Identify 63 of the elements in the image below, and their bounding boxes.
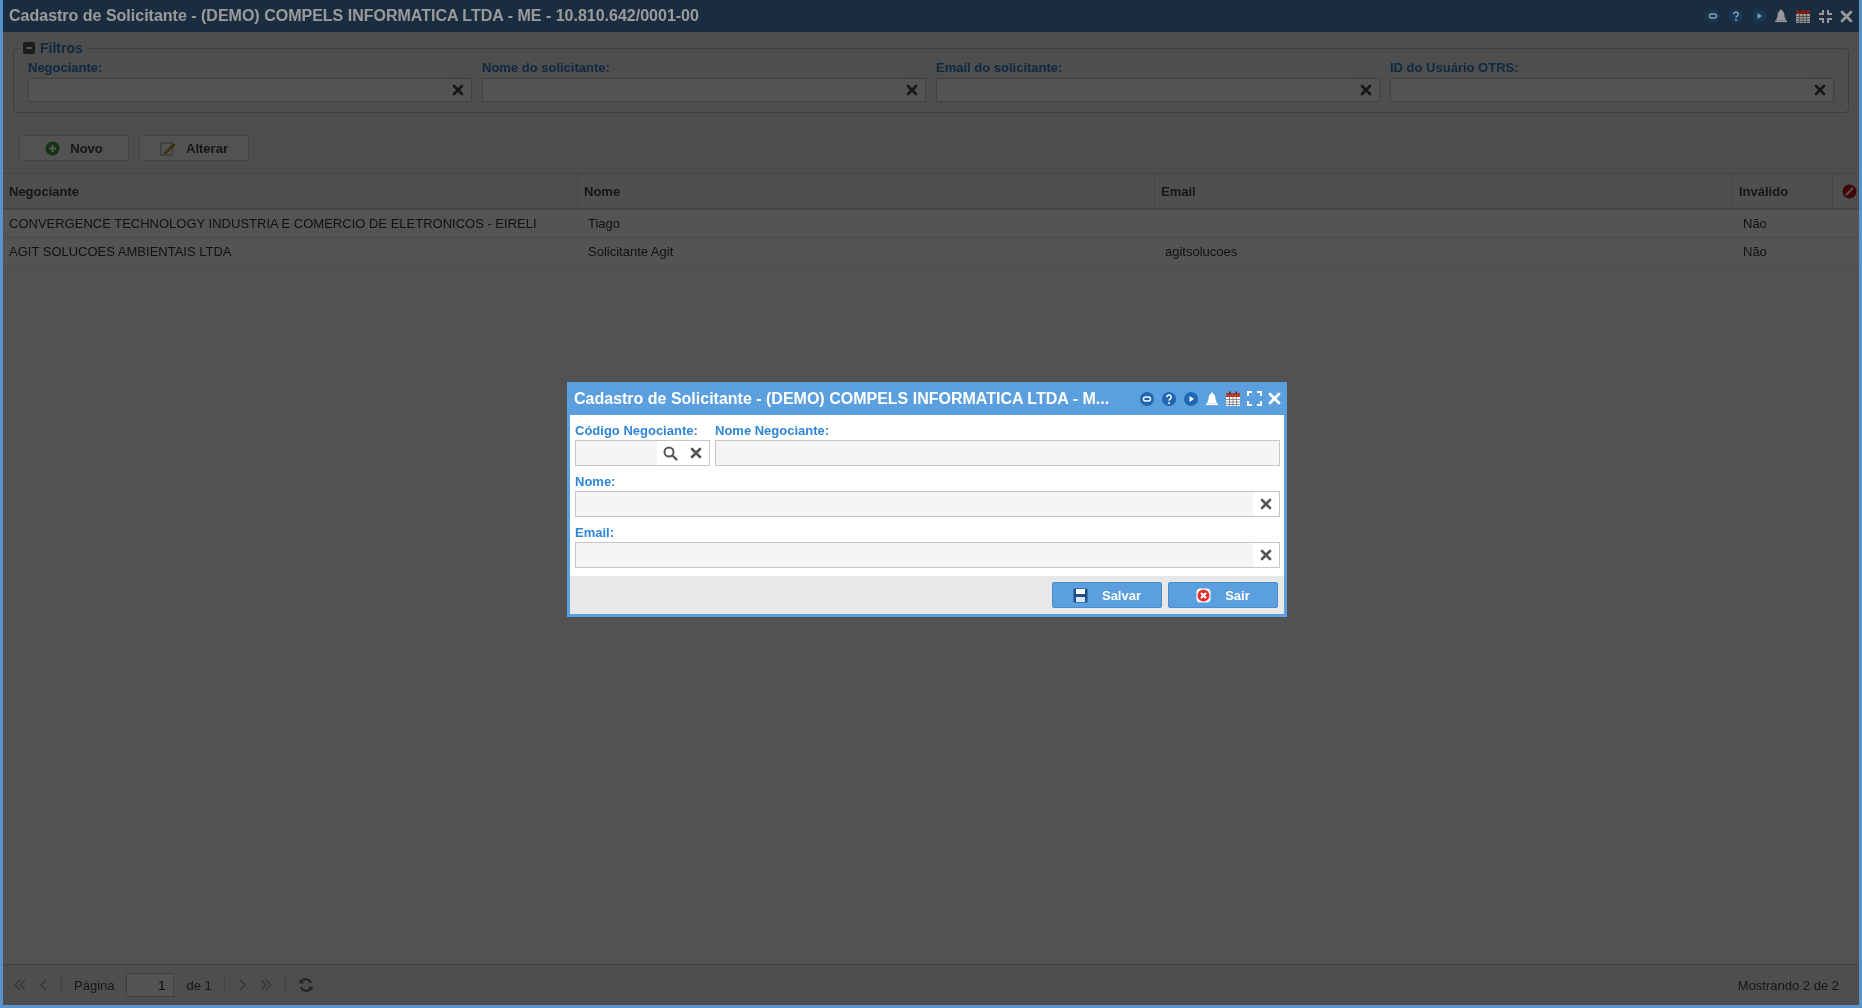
- collapse-icon[interactable]: [23, 42, 35, 54]
- input-field[interactable]: [28, 78, 472, 102]
- table-cell: Não: [1743, 216, 1767, 231]
- input-field[interactable]: [936, 78, 1380, 102]
- add-icon: [45, 140, 61, 156]
- dialog-title: Cadastro de Solicitante - (DEMO) COMPELS INFORMATICA LTDA - M...: [574, 389, 1111, 408]
- table-cell: Solicitante Agit: [588, 244, 674, 259]
- field-label: Nome Negociante:: [715, 423, 831, 438]
- table-cell: AGIT SOLUCOES AMBIENTAIS LTDA: [9, 244, 232, 259]
- field-label: Código Negociante:: [575, 423, 699, 438]
- dialog-button[interactable]: Salvar: [1052, 582, 1162, 608]
- pencil-icon: [160, 140, 177, 156]
- calendar-icon[interactable]: [1225, 390, 1241, 407]
- filter-label: Negociante:: [28, 60, 104, 75]
- close-icon[interactable]: [1268, 392, 1281, 405]
- filter-legend: Filtros: [40, 40, 83, 56]
- toolbar-button[interactable]: Alterar: [139, 135, 249, 161]
- cancel-icon: [1196, 587, 1212, 603]
- close-icon[interactable]: [1840, 9, 1853, 23]
- filter-label: Email do solicitante:: [936, 60, 1064, 75]
- play-icon[interactable]: [1183, 390, 1199, 407]
- bell-icon[interactable]: [1205, 390, 1219, 407]
- table-cell: Tiago: [588, 216, 621, 231]
- clear-icon[interactable]: [1260, 549, 1272, 561]
- table-cell: CONVERGENCE TECHNOLOGY INDUSTRIA E COMERCIO DE ELETRONICOS - EIRELI: [9, 216, 537, 231]
- page-count: de 1: [186, 977, 212, 993]
- floppy-icon: [1072, 587, 1088, 603]
- fullscreen-icon[interactable]: [1247, 391, 1262, 406]
- table-cell: agitsolucoes: [1165, 244, 1238, 259]
- calendar-icon[interactable]: [1795, 8, 1811, 24]
- input-field[interactable]: [575, 440, 710, 466]
- input-field[interactable]: [482, 78, 926, 102]
- bell-icon[interactable]: [1774, 8, 1788, 24]
- input-field[interactable]: [575, 542, 1280, 568]
- window-title: Cadastro de Solicitante - (DEMO) COMPELS INFORMATICA LTDA - ME - 10.810.642/0001-00: [9, 7, 700, 25]
- column-header[interactable]: Nome: [578, 174, 1155, 208]
- dialog-button[interactable]: Sair: [1168, 582, 1278, 608]
- input-field[interactable]: [575, 491, 1280, 517]
- page-field[interactable]: 1: [126, 973, 175, 997]
- search-icon[interactable]: [662, 445, 678, 461]
- field-label: Nome:: [575, 474, 617, 489]
- table-cell: Não: [1743, 244, 1767, 259]
- column-header[interactable]: Negociante: [3, 174, 578, 208]
- help-icon[interactable]: [1728, 8, 1744, 24]
- no-entry-icon[interactable]: [1842, 183, 1857, 199]
- record-count: Mostrando 2 de 2: [1737, 977, 1840, 993]
- play-icon[interactable]: [1751, 8, 1767, 24]
- chat-icon[interactable]: [1705, 8, 1721, 24]
- clear-icon[interactable]: [690, 447, 702, 459]
- chat-icon[interactable]: [1139, 390, 1155, 407]
- collapse-icon[interactable]: [1818, 8, 1833, 24]
- filter-label: Nome do solicitante:: [482, 60, 611, 75]
- input-field[interactable]: [1390, 78, 1834, 102]
- input-field[interactable]: [715, 440, 1280, 466]
- toolbar-button[interactable]: Novo: [19, 135, 129, 161]
- filter-label: ID do Usuário OTRS:: [1390, 60, 1520, 75]
- help-icon[interactable]: [1161, 390, 1177, 407]
- clear-icon[interactable]: [1260, 498, 1272, 510]
- field-label: Email:: [575, 525, 615, 540]
- column-header[interactable]: Inválido: [1733, 174, 1833, 208]
- column-header[interactable]: Email: [1155, 174, 1733, 208]
- refresh-icon[interactable]: [297, 977, 314, 993]
- page-label: Página: [74, 977, 115, 993]
